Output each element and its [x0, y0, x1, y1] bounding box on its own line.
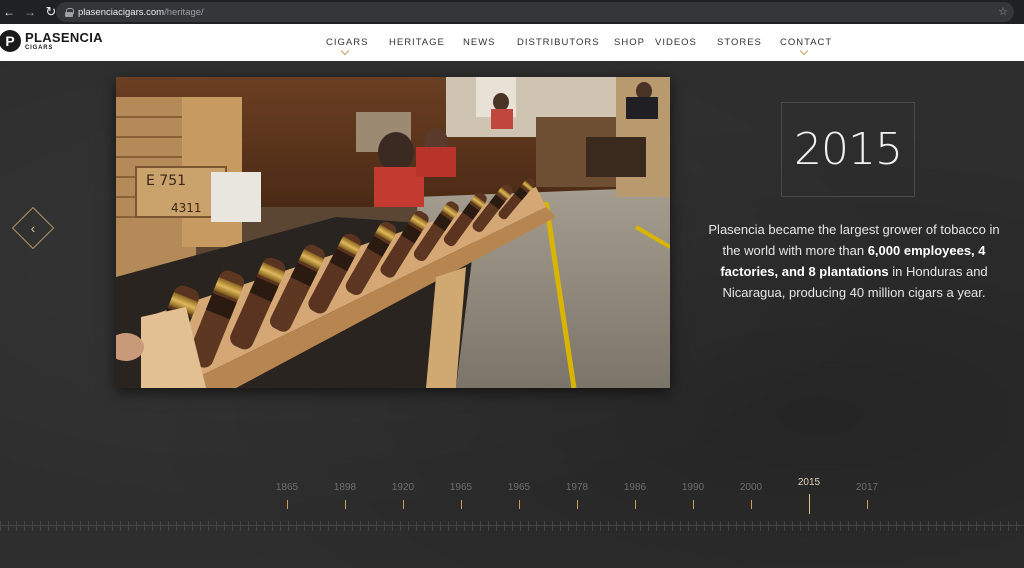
url-host: plasenciacigars.com	[78, 6, 165, 18]
timeline-tick	[867, 500, 868, 509]
svg-text:4311: 4311	[171, 201, 202, 215]
timeline-tick	[577, 500, 578, 509]
nav-videos[interactable]: VIDEOS	[655, 37, 697, 48]
timeline-year-1865[interactable]: 1865	[276, 482, 298, 493]
chevron-left-icon: ‹	[30, 220, 36, 236]
forward-icon[interactable]: →	[21, 3, 39, 21]
timeline-year-2000[interactable]: 2000	[740, 482, 762, 493]
heritage-slider: ‹ E 751 4311 2015 Plasencia became the l…	[0, 61, 1024, 568]
timeline-year-1986[interactable]: 1986	[624, 482, 646, 493]
nav-shop[interactable]: SHOP	[614, 37, 645, 48]
timeline-tick	[751, 500, 752, 509]
slide-year-box: 2015	[781, 102, 915, 197]
nav-contact[interactable]: CONTACT	[780, 37, 832, 48]
chevron-down-icon	[800, 51, 808, 56]
timeline-year-2017[interactable]: 2017	[856, 482, 878, 493]
timeline-tick	[635, 500, 636, 509]
address-bar[interactable]: plasenciacigars.com/heritage/ ☆	[56, 2, 1014, 22]
timeline-tick	[693, 500, 694, 509]
bookmark-star-icon[interactable]: ☆	[998, 5, 1008, 18]
timeline-tick	[403, 500, 404, 509]
timeline-tick	[519, 500, 520, 509]
back-icon[interactable]: ←	[0, 3, 18, 21]
timeline-ruler[interactable]	[0, 521, 1024, 531]
timeline-active-tick	[809, 494, 810, 514]
timeline-year-2015-active[interactable]: 2015	[798, 477, 820, 488]
timeline-year-1965[interactable]: 1965	[450, 482, 472, 493]
timeline-year-1978[interactable]: 1978	[566, 482, 588, 493]
url-path: /heritage/	[164, 6, 204, 18]
nav-distributors[interactable]: DISTRIBUTORS	[517, 37, 600, 48]
browser-toolbar: ← → ↻ plasenciacigars.com/heritage/ ☆	[0, 0, 1024, 24]
lock-icon	[65, 7, 74, 17]
timeline-year-1898[interactable]: 1898	[334, 482, 356, 493]
nav-stores[interactable]: STORES	[717, 37, 762, 48]
nav-news[interactable]: NEWS	[463, 37, 496, 48]
slide-photo: E 751 4311	[116, 77, 670, 388]
timeline-year-1990[interactable]: 1990	[682, 482, 704, 493]
nav-heritage[interactable]: HERITAGE	[389, 37, 445, 48]
nav-cigars[interactable]: CIGARS	[326, 37, 368, 48]
timeline-year-1920[interactable]: 1920	[392, 482, 414, 493]
timeline-tick	[345, 500, 346, 509]
timeline-tick	[461, 500, 462, 509]
timeline-ruler-line	[0, 525, 1024, 526]
previous-slide-button[interactable]: ‹	[11, 206, 55, 250]
timeline: 1865 1898 1920 1965 1965 1978 1986 1990 …	[0, 473, 1024, 568]
slide-description: Plasencia became the largest grower of t…	[708, 222, 1000, 300]
svg-text:E 751: E 751	[146, 173, 186, 189]
timeline-tick	[287, 500, 288, 509]
timeline-year-1965b[interactable]: 1965	[508, 482, 530, 493]
chevron-down-icon	[341, 51, 349, 56]
main-nav: CIGARS HERITAGE NEWS DISTRIBUTORS SHOP V…	[0, 24, 1024, 61]
slide-year: 2015	[794, 124, 903, 175]
site-header: P PLASENCIA CIGARS CIGARS HERITAGE NEWS …	[0, 24, 1024, 61]
